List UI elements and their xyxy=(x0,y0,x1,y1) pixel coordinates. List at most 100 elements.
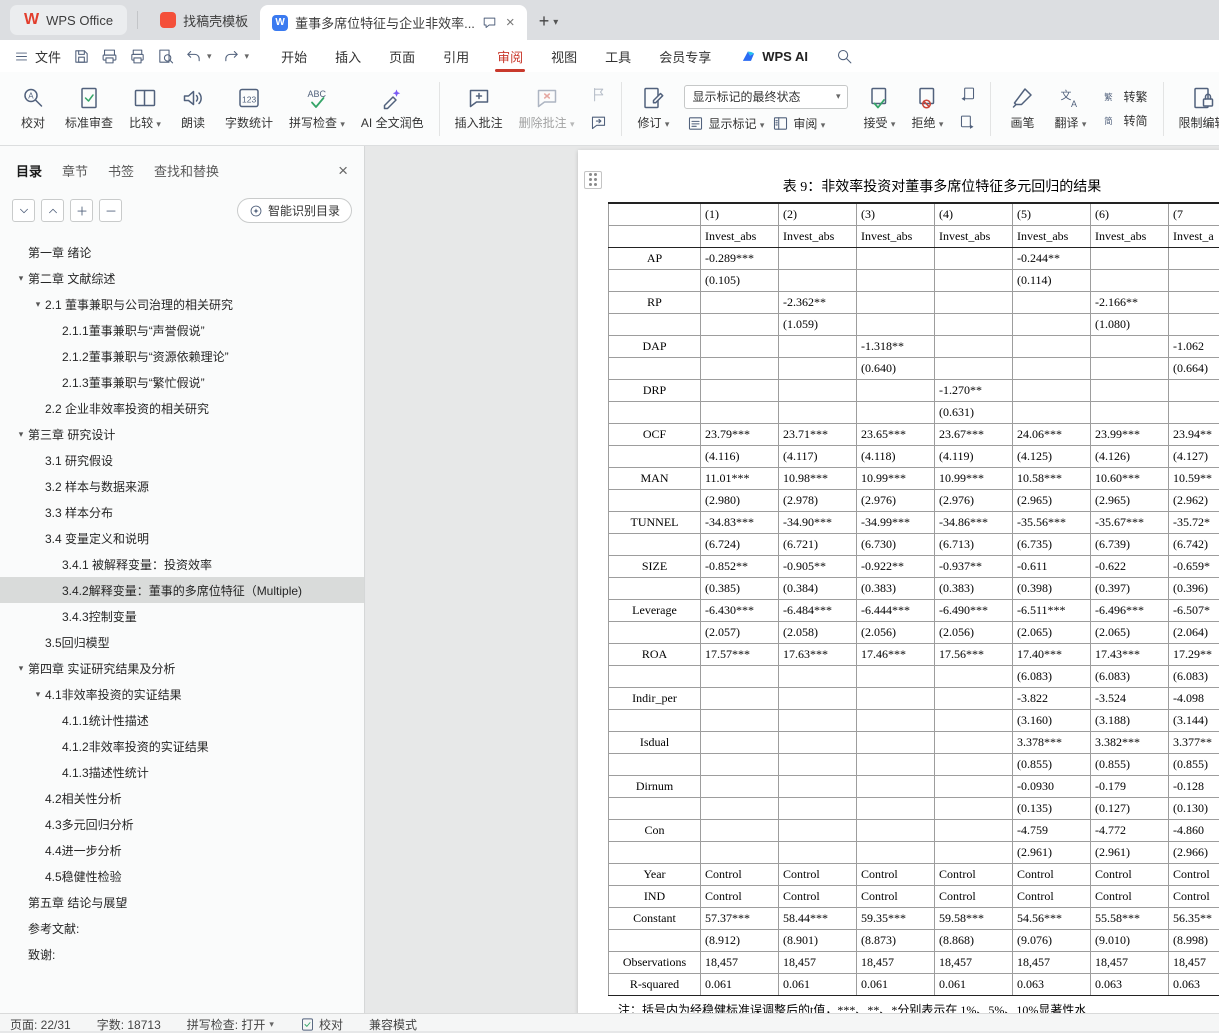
table-cell[interactable]: 11.01*** xyxy=(701,467,779,489)
table-cell[interactable] xyxy=(779,269,857,291)
table-cell[interactable]: (2.978) xyxy=(779,489,857,511)
ribbon-compare-button[interactable]: 比较 ▾ xyxy=(122,81,168,136)
table-cell[interactable]: (0.664) xyxy=(1169,357,1219,379)
row-label[interactable] xyxy=(609,269,701,291)
table-cell[interactable]: 0.061 xyxy=(701,973,779,995)
table-cell[interactable] xyxy=(1091,379,1169,401)
table-cell[interactable]: -34.86*** xyxy=(935,511,1013,533)
table-cell[interactable] xyxy=(935,687,1013,709)
table-cell[interactable] xyxy=(701,841,779,863)
table-cell[interactable] xyxy=(935,665,1013,687)
row-label[interactable]: ROA xyxy=(609,643,701,665)
table-cell[interactable]: 10.99*** xyxy=(935,467,1013,489)
home-tab[interactable]: W WPS Office xyxy=(10,5,127,35)
table-cell[interactable]: -0.611 xyxy=(1013,555,1091,577)
menu-tab-插入[interactable]: 插入 xyxy=(321,40,375,72)
table-cell[interactable]: (0.127) xyxy=(1091,797,1169,819)
table-cell[interactable]: Invest_abs xyxy=(857,225,935,247)
toc-item[interactable]: ▾第二章 文献综述 xyxy=(0,265,364,291)
table-cell[interactable]: 18,457 xyxy=(779,951,857,973)
table-cell[interactable] xyxy=(857,291,935,313)
table-cell[interactable]: (0.383) xyxy=(857,577,935,599)
table-cell[interactable]: 0.061 xyxy=(779,973,857,995)
menu-tab-审阅[interactable]: 审阅 xyxy=(483,40,537,72)
table-cell[interactable] xyxy=(779,665,857,687)
ribbon-standard-check-button[interactable]: 标准审查 xyxy=(58,81,120,136)
table-cell[interactable]: -35.72* xyxy=(1169,511,1219,533)
marks-state-dropdown[interactable]: 显示标记的最终状态 ▾ xyxy=(684,85,848,109)
table-cell[interactable] xyxy=(779,841,857,863)
table-cell[interactable]: (2.980) xyxy=(701,489,779,511)
ribbon-translate-button[interactable]: 文A翻译 ▾ xyxy=(1047,81,1093,136)
tab-list-chevron-icon[interactable]: ▾ xyxy=(553,17,558,28)
toc-item[interactable]: 3.2 样本与数据来源 xyxy=(0,473,364,499)
table-cell[interactable] xyxy=(779,401,857,423)
ribbon-ai-polish-button[interactable]: AI 全文润色 xyxy=(354,81,431,136)
table-cell[interactable]: 23.94** xyxy=(1169,423,1219,445)
table-cell[interactable]: 18,457 xyxy=(935,951,1013,973)
table-cell[interactable]: (2) xyxy=(779,203,857,225)
ribbon-brush-button[interactable]: 画笔 xyxy=(999,81,1045,136)
ribbon-accept-button[interactable]: 接受 ▾ xyxy=(856,81,902,136)
table-cell[interactable]: (6.735) xyxy=(1013,533,1091,555)
toc-item[interactable]: 3.4.3控制变量 xyxy=(0,603,364,629)
table-cell[interactable]: 56.35** xyxy=(1169,907,1219,929)
row-label[interactable]: R-squared xyxy=(609,973,701,995)
table-cell[interactable]: (4.125) xyxy=(1013,445,1091,467)
table-cell[interactable]: (6.083) xyxy=(1169,665,1219,687)
page-indicator[interactable]: 页面: 22/31 xyxy=(10,1016,71,1033)
print-icon[interactable] xyxy=(129,48,146,65)
table-cell[interactable]: 24.06*** xyxy=(1013,423,1091,445)
toc-item[interactable]: ▾4.1非效率投资的实证结果 xyxy=(0,681,364,707)
table-cell[interactable]: 17.63*** xyxy=(779,643,857,665)
table-cell[interactable]: Control xyxy=(1091,885,1169,907)
close-tab-icon[interactable]: × xyxy=(506,14,515,31)
table-cell[interactable]: (0.135) xyxy=(1013,797,1091,819)
undo-icon[interactable] xyxy=(185,48,202,65)
table-cell[interactable]: 10.60*** xyxy=(1091,467,1169,489)
table-cell[interactable]: 10.98*** xyxy=(779,467,857,489)
ribbon-spell-check-button[interactable]: ABC拼写检查 ▾ xyxy=(282,81,352,136)
table-cell[interactable] xyxy=(935,775,1013,797)
table-cell[interactable]: (0.855) xyxy=(1013,753,1091,775)
table-cell[interactable]: 23.71*** xyxy=(779,423,857,445)
table-cell[interactable] xyxy=(779,797,857,819)
table-cell[interactable] xyxy=(701,731,779,753)
search-icon[interactable] xyxy=(836,48,853,65)
table-cell[interactable] xyxy=(701,335,779,357)
table-cell[interactable]: (0.397) xyxy=(1091,577,1169,599)
table-cell[interactable] xyxy=(1169,313,1219,335)
table-cell[interactable]: (9.076) xyxy=(1013,929,1091,951)
table-cell[interactable]: -2.166** xyxy=(1091,291,1169,313)
compat-mode[interactable]: 兼容模式 xyxy=(369,1016,417,1033)
table-cell[interactable] xyxy=(701,665,779,687)
table-cell[interactable]: 10.99*** xyxy=(857,467,935,489)
table-cell[interactable] xyxy=(857,313,935,335)
row-label[interactable]: DAP xyxy=(609,335,701,357)
word-count[interactable]: 字数: 18713 xyxy=(97,1016,161,1033)
row-label[interactable]: Leverage xyxy=(609,599,701,621)
ribbon-insert-comment-button[interactable]: 插入批注 xyxy=(448,81,510,136)
table-cell[interactable]: 3.378*** xyxy=(1013,731,1091,753)
ribbon-next-comment-button[interactable] xyxy=(585,112,611,134)
table-cell[interactable]: (6) xyxy=(1091,203,1169,225)
table-cell[interactable] xyxy=(935,819,1013,841)
row-label[interactable] xyxy=(609,313,701,335)
toc-item[interactable]: 3.3 样本分布 xyxy=(0,499,364,525)
table-cell[interactable]: (2.965) xyxy=(1091,489,1169,511)
table-note[interactable]: 注：括号内为经稳健标准误调整后的t值，***、**、*分别表示在 1%、5%、1… xyxy=(618,1001,1219,1014)
table-cell[interactable]: -4.772 xyxy=(1091,819,1169,841)
redo-icon[interactable] xyxy=(223,48,240,65)
table-cell[interactable]: -3.822 xyxy=(1013,687,1091,709)
table-cell[interactable]: (4.117) xyxy=(779,445,857,467)
table-cell[interactable] xyxy=(1091,357,1169,379)
toc-item[interactable]: 4.1.2非效率投资的实证结果 xyxy=(0,733,364,759)
row-label[interactable]: Con xyxy=(609,819,701,841)
table-cell[interactable]: (1.059) xyxy=(779,313,857,335)
table-cell[interactable]: (0.385) xyxy=(701,577,779,599)
toc-item[interactable]: 第一章 绪论 xyxy=(0,239,364,265)
table-cell[interactable]: (6.730) xyxy=(857,533,935,555)
table-cell[interactable]: 17.29** xyxy=(1169,643,1219,665)
table-cell[interactable]: -0.922** xyxy=(857,555,935,577)
table-cell[interactable]: (2.966) xyxy=(1169,841,1219,863)
